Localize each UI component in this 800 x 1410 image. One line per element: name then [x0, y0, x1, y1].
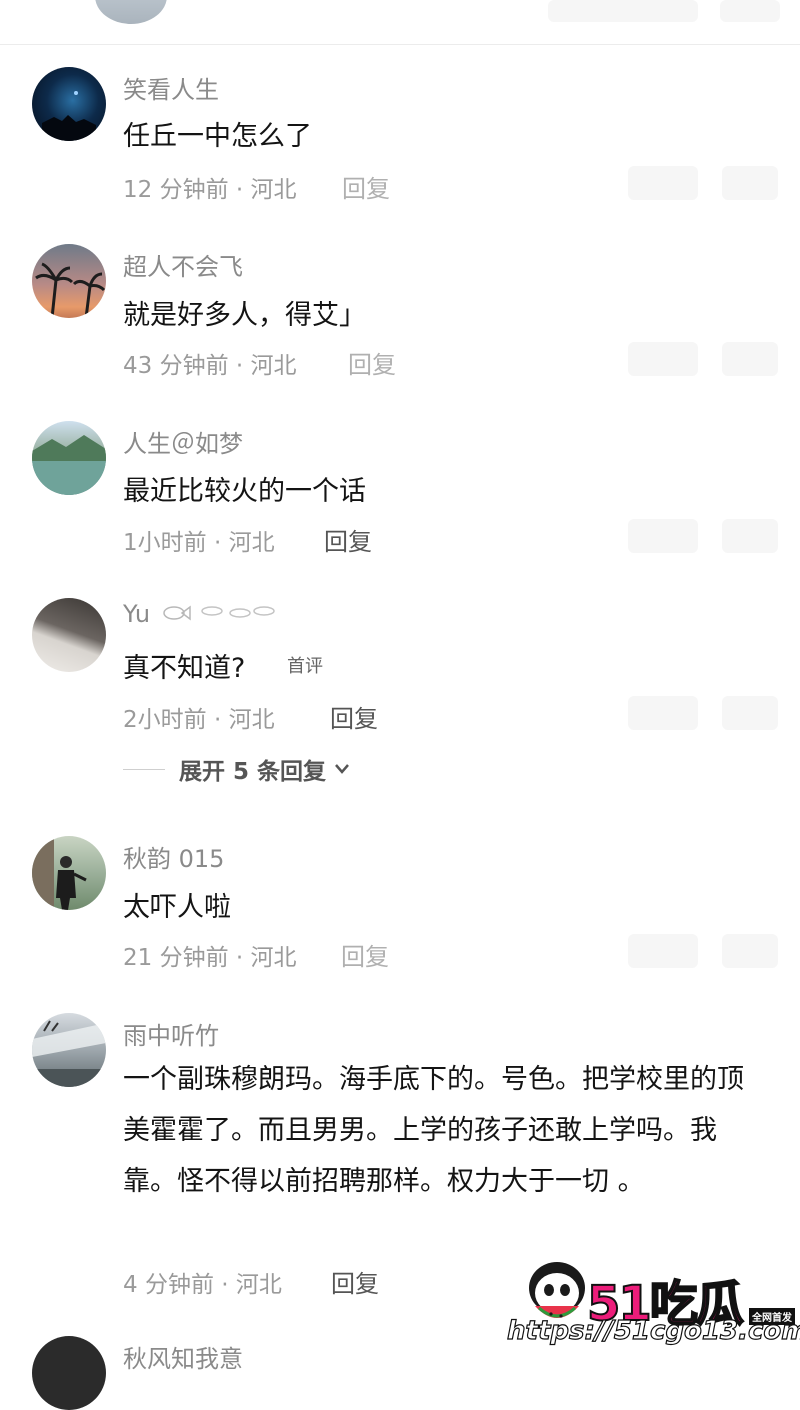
reply-button[interactable]: 回复	[330, 699, 378, 734]
blurred-dislike	[722, 342, 778, 376]
comment-content: 任丘一中怎么了	[123, 121, 312, 152]
blurred-like	[628, 166, 698, 200]
expand-line	[123, 768, 165, 770]
comment-username[interactable]: 超人不会飞	[123, 247, 243, 282]
blurred-like	[628, 519, 698, 553]
avatar-image	[32, 435, 106, 495]
avatar[interactable]	[32, 421, 106, 495]
reply-button[interactable]: 回复	[348, 345, 396, 380]
blurred-dislike	[722, 934, 778, 968]
blurred-like	[628, 696, 698, 730]
comment-content: 真不知道?	[123, 653, 246, 684]
reply-button[interactable]: 回复	[324, 522, 372, 557]
person-icon	[32, 836, 87, 910]
avatar-previous-comment[interactable]	[95, 0, 167, 24]
comment-content: 太吓人啦	[123, 892, 231, 923]
blurred-dislike	[722, 166, 778, 200]
comment-meta: 4 分钟前 · 河北	[123, 1272, 282, 1298]
avatar[interactable]	[32, 1336, 106, 1410]
comment-meta: 2小时前 · 河北	[123, 707, 275, 733]
avatar[interactable]	[32, 67, 106, 141]
avatar[interactable]	[32, 244, 106, 318]
comment-username[interactable]: 笑看人生	[123, 70, 219, 105]
palm-tree-icon	[35, 262, 106, 318]
avatar-image	[32, 1020, 106, 1087]
avatar[interactable]	[32, 1013, 106, 1087]
comment-meta: 1小时前 · 河北	[123, 530, 275, 556]
first-comment-badge: 首评	[287, 656, 323, 677]
fish-emoji-icon	[163, 605, 275, 621]
comment-username[interactable]: Yu	[123, 600, 280, 629]
comment-username-text: Yu	[123, 600, 151, 628]
divider	[0, 44, 800, 45]
chevron-down-icon	[335, 764, 349, 774]
expand-replies-label: 展开 5 条回复	[179, 759, 327, 785]
comment-meta: 43 分钟前 · 河北	[123, 353, 297, 379]
comment-username[interactable]: 人生＠如梦	[123, 424, 243, 459]
blurred-like	[628, 934, 698, 968]
comment-content: 一个副珠穆朗玛。海手底下的。号色。把学校里的顶美霍霍了。而且男男。上学的孩子还敢…	[123, 1064, 744, 1197]
watermark-url: https://51cgo13.com	[506, 1315, 800, 1346]
avatar[interactable]	[32, 598, 106, 672]
comment-username[interactable]: 秋韵 015	[123, 839, 224, 874]
avatar-image	[42, 91, 96, 141]
blurred-dislike	[722, 696, 778, 730]
reply-button[interactable]: 回复	[341, 937, 389, 972]
comment-username[interactable]: 秋风知我意	[123, 1339, 243, 1374]
reply-button[interactable]: 回复	[342, 169, 390, 204]
blurred-like	[628, 342, 698, 376]
blurred-action	[720, 0, 780, 22]
comment-content: 最近比较火的一个话	[123, 476, 366, 507]
comment-meta: 21 分钟前 · 河北	[123, 945, 297, 971]
blurred-action	[548, 0, 698, 22]
comment-content: 就是好多人，得艾」	[123, 300, 366, 331]
avatar[interactable]	[32, 836, 106, 910]
comment-meta: 12 分钟前 · 河北	[123, 177, 297, 203]
reply-button[interactable]: 回复	[331, 1264, 379, 1299]
blurred-dislike	[722, 519, 778, 553]
watermark: 51吃瓜 全网首发 https://51cgo13.com	[505, 1238, 800, 1353]
comment-username[interactable]: 雨中听竹	[123, 1016, 219, 1051]
expand-replies-button[interactable]: 展开 5 条回复	[123, 754, 350, 785]
